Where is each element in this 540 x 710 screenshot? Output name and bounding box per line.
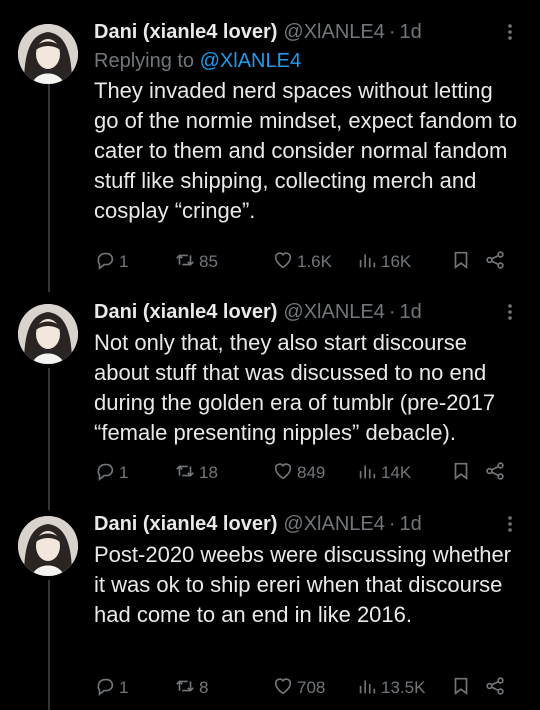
retweet-icon <box>174 249 196 276</box>
views-count: 14K <box>381 463 412 482</box>
reply-button[interactable]: 1 <box>94 249 174 276</box>
tweet[interactable]: Dani (xianle4 lover) @XlANLE4 · 1d Post-… <box>0 510 540 710</box>
share-button[interactable] <box>484 675 508 702</box>
share-icon <box>484 249 506 276</box>
like-icon <box>272 675 294 702</box>
views-button[interactable]: 13.5K <box>356 675 450 702</box>
bookmark-button[interactable] <box>450 249 484 276</box>
retweet-count: 8 <box>199 678 209 697</box>
retweet-icon <box>174 460 196 487</box>
views-button[interactable]: 16K <box>356 249 450 276</box>
author-handle[interactable]: @XlANLE4 <box>283 298 384 326</box>
separator-dot: · <box>388 301 396 323</box>
bookmark-icon <box>450 249 472 276</box>
more-icon[interactable] <box>500 514 520 534</box>
author-name[interactable]: Dani (xianle4 lover) <box>94 18 277 46</box>
replying-to-label: Replying to <box>94 50 200 72</box>
views-count: 13.5K <box>381 678 426 697</box>
like-button[interactable]: 849 <box>272 460 356 487</box>
author-handle[interactable]: @XlANLE4 <box>283 510 384 538</box>
like-count: 849 <box>297 463 326 482</box>
bookmark-button[interactable] <box>450 675 484 702</box>
reply-count: 1 <box>119 678 129 697</box>
reply-icon <box>94 460 116 487</box>
more-icon[interactable] <box>500 302 520 322</box>
tweet-actions: 1 8 708 13.5K <box>94 674 518 702</box>
like-button[interactable]: 1.6K <box>272 249 356 276</box>
views-icon <box>356 675 378 702</box>
author-name[interactable]: Dani (xianle4 lover) <box>94 510 277 538</box>
author-handle[interactable]: @XlANLE4 <box>283 18 384 46</box>
tweet-actions: 1 18 849 14K <box>94 459 518 487</box>
retweet-button[interactable]: 85 <box>174 249 272 276</box>
tweet-actions: 1 85 1.6K 16K <box>94 248 518 276</box>
share-icon <box>484 675 506 702</box>
separator-dot: · <box>388 513 396 535</box>
retweet-icon <box>174 675 196 702</box>
tweet[interactable]: Dani (xianle4 lover) @XlANLE4 · 1d Reply… <box>0 18 540 280</box>
separator-dot: · <box>388 21 396 43</box>
author-name[interactable]: Dani (xianle4 lover) <box>94 298 277 326</box>
like-count: 1.6K <box>297 252 332 271</box>
tweet-text: Not only that, they also start discourse… <box>94 330 496 445</box>
avatar[interactable] <box>18 516 78 576</box>
views-icon <box>356 460 378 487</box>
reply-count: 1 <box>119 252 129 271</box>
tweet-text: Post-2020 weebs were discussing whether … <box>94 542 512 627</box>
reply-icon <box>94 249 116 276</box>
tweet-text: They invaded nerd spaces without letting… <box>94 78 518 223</box>
like-icon <box>272 249 294 276</box>
timestamp[interactable]: 1d <box>400 510 422 538</box>
retweet-button[interactable]: 18 <box>174 460 272 487</box>
tweet[interactable]: Dani (xianle4 lover) @XlANLE4 · 1d Not o… <box>0 298 540 498</box>
replying-to-link[interactable]: @XlANLE4 <box>200 50 301 72</box>
views-count: 16K <box>381 252 412 271</box>
avatar[interactable] <box>18 24 78 84</box>
reply-button[interactable]: 1 <box>94 460 174 487</box>
reply-icon <box>94 675 116 702</box>
retweet-button[interactable]: 8 <box>174 675 272 702</box>
retweet-count: 18 <box>199 463 218 482</box>
avatar[interactable] <box>18 304 78 364</box>
share-button[interactable] <box>484 249 508 276</box>
bookmark-button[interactable] <box>450 460 484 487</box>
reply-count: 1 <box>119 463 129 482</box>
more-icon[interactable] <box>500 22 520 42</box>
share-icon <box>484 460 506 487</box>
share-button[interactable] <box>484 460 508 487</box>
views-icon <box>356 249 378 276</box>
bookmark-icon <box>450 460 472 487</box>
like-count: 708 <box>297 678 326 697</box>
reply-button[interactable]: 1 <box>94 675 174 702</box>
replying-to: Replying to @XlANLE4 <box>94 48 520 74</box>
like-button[interactable]: 708 <box>272 675 356 702</box>
bookmark-icon <box>450 675 472 702</box>
views-button[interactable]: 14K <box>356 460 450 487</box>
timestamp[interactable]: 1d <box>400 298 422 326</box>
timestamp[interactable]: 1d <box>400 18 422 46</box>
retweet-count: 85 <box>199 252 218 271</box>
like-icon <box>272 460 294 487</box>
